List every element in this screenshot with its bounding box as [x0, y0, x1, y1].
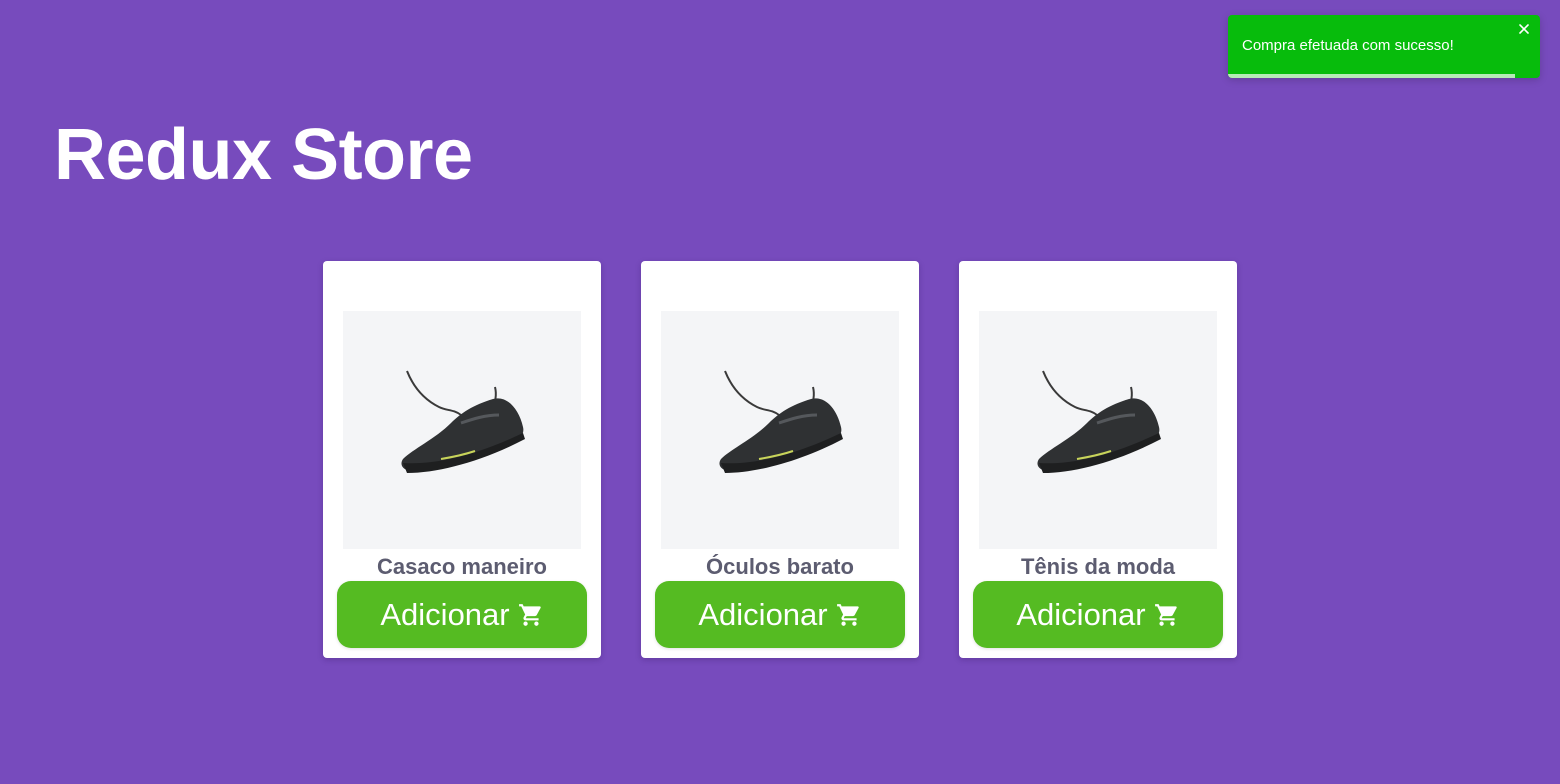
- product-name: Tênis da moda: [1020, 554, 1176, 579]
- product-name: Óculos barato: [706, 554, 854, 579]
- product-card: Óculos barato Adicionar: [641, 261, 919, 658]
- sneaker-image: [661, 311, 899, 549]
- product-image: [343, 311, 581, 549]
- sneaker-image: [343, 311, 581, 549]
- product-name: Casaco maneiro: [377, 554, 547, 579]
- add-to-cart-button[interactable]: Adicionar: [337, 581, 587, 648]
- toast-close-button[interactable]: [1516, 21, 1532, 37]
- product-image: [661, 311, 899, 549]
- product-card: Casaco maneiro Adicionar: [323, 261, 601, 658]
- add-to-cart-button[interactable]: Adicionar: [655, 581, 905, 648]
- add-button-label: Adicionar: [380, 596, 510, 632]
- toast-message: Compra efetuada com sucesso!: [1242, 37, 1454, 54]
- add-button-label: Adicionar: [1016, 596, 1146, 632]
- page-title: Redux Store: [54, 115, 473, 195]
- success-toast[interactable]: Compra efetuada com sucesso!: [1228, 15, 1540, 78]
- add-to-cart-button[interactable]: Adicionar: [973, 581, 1223, 648]
- close-icon: [1519, 24, 1529, 34]
- toast-progress-bar: [1228, 74, 1516, 78]
- cart-icon: [518, 602, 544, 628]
- cart-icon: [836, 602, 862, 628]
- product-card: Tênis da moda Adicionar: [959, 261, 1237, 658]
- product-list: Casaco maneiro Adicionar Óculos barato A…: [323, 261, 1237, 658]
- sneaker-image: [979, 311, 1217, 549]
- add-button-label: Adicionar: [698, 596, 828, 632]
- product-image: [979, 311, 1217, 549]
- cart-icon: [1154, 602, 1180, 628]
